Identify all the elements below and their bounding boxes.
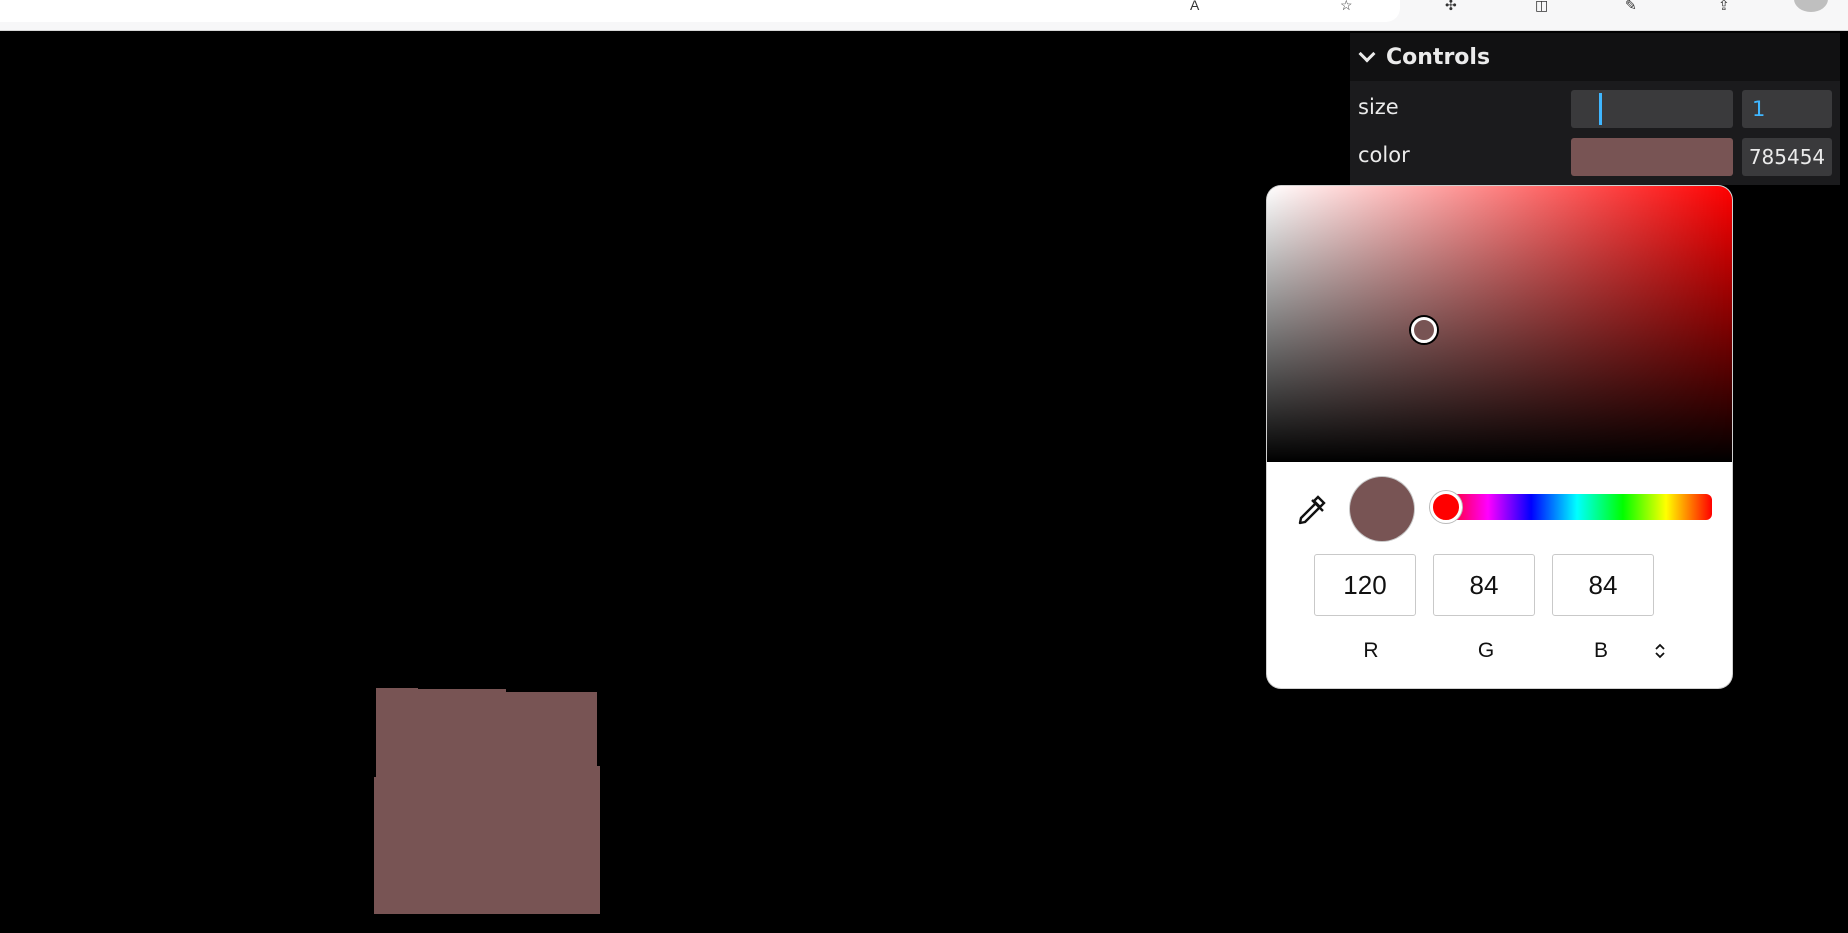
eyedropper-icon[interactable] (1293, 492, 1329, 528)
green-channel-label: G (1477, 639, 1495, 662)
size-control-row: size 1 (1350, 86, 1840, 128)
size-slider[interactable] (1571, 90, 1733, 128)
color-label: color (1358, 143, 1410, 167)
color-swatch[interactable] (1571, 138, 1733, 176)
red-channel-input[interactable]: 120 (1314, 554, 1416, 616)
extensions-icon[interactable]: ✣ (1445, 0, 1465, 12)
scene-box (374, 688, 600, 914)
size-slider-thumb[interactable] (1599, 93, 1602, 125)
share-icon[interactable]: ⇪ (1718, 0, 1738, 12)
controls-header[interactable]: Controls (1350, 33, 1840, 81)
color-control-row: color 785454 (1350, 134, 1840, 176)
red-channel-label: R (1363, 639, 1379, 662)
read-aloud-icon[interactable]: A (1190, 0, 1210, 12)
hue-slider-thumb[interactable] (1430, 491, 1462, 523)
split-screen-icon[interactable]: ◫ (1535, 0, 1555, 12)
color-hex-input[interactable]: 785454 (1742, 138, 1832, 176)
chevron-down-icon[interactable] (1360, 48, 1372, 60)
blue-channel-label: B (1593, 639, 1608, 662)
profile-avatar[interactable] (1794, 0, 1828, 12)
saturation-value-cursor[interactable] (1411, 317, 1437, 343)
size-label: size (1358, 95, 1399, 119)
saturation-value-area[interactable] (1267, 186, 1732, 462)
controls-title: Controls (1386, 44, 1491, 70)
add-favorite-icon[interactable]: ☆ (1340, 0, 1360, 12)
green-channel-input[interactable]: 84 (1433, 554, 1535, 616)
pen-icon[interactable]: ✎ (1625, 0, 1645, 12)
blue-channel-input[interactable]: 84 (1552, 554, 1654, 616)
size-input[interactable]: 1 (1742, 90, 1832, 128)
current-color-preview (1350, 477, 1414, 541)
color-picker-popup: 120 84 84 R G B (1267, 186, 1732, 688)
hue-slider[interactable] (1442, 494, 1712, 520)
controls-panel: Controls size 1 color 785454 (1350, 33, 1840, 185)
format-toggle-icon[interactable] (1653, 642, 1667, 660)
browser-toolbar: A ☆ ✣ ◫ ✎ ⇪ (0, 0, 1848, 31)
